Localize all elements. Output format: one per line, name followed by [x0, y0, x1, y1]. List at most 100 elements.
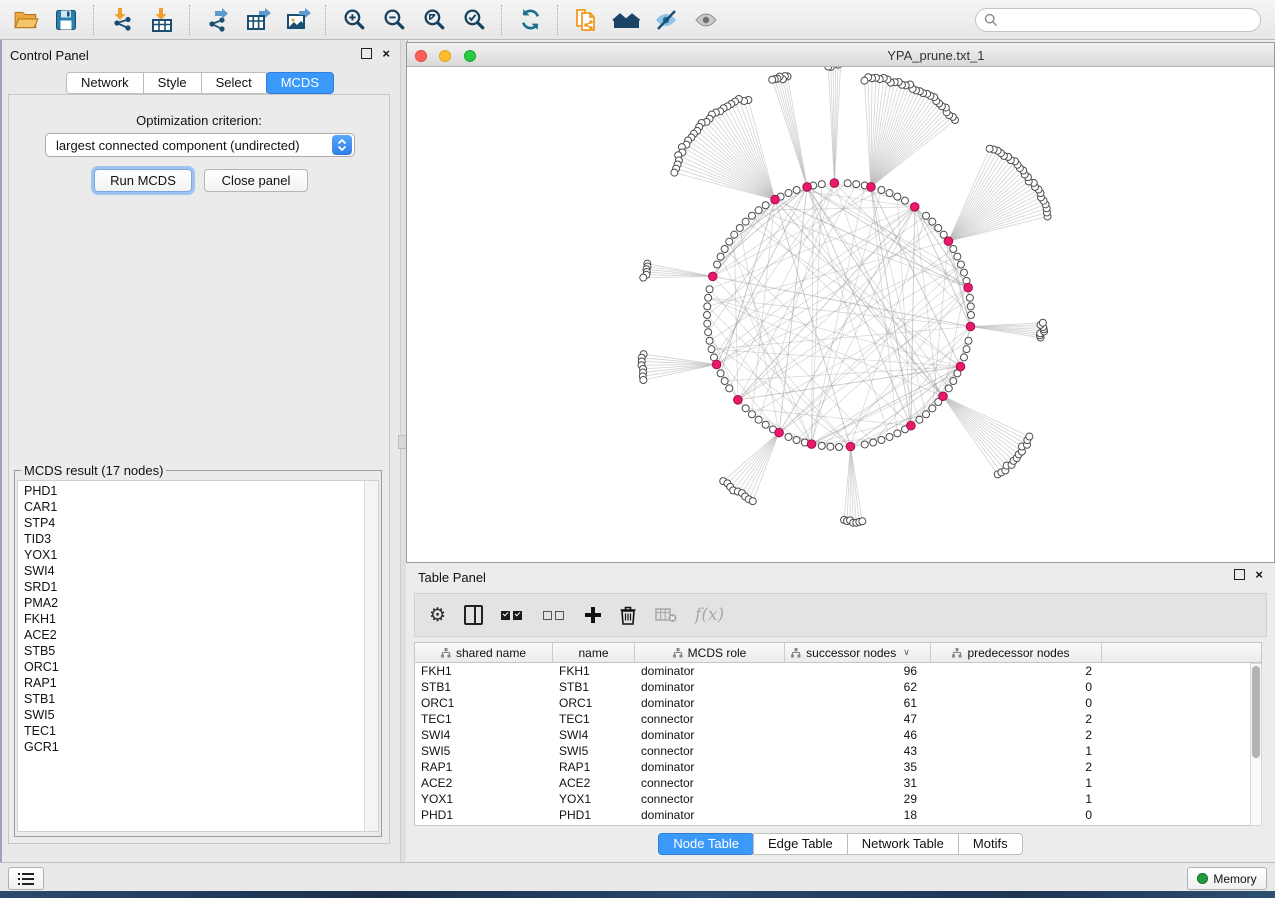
tab-mcds[interactable]: MCDS [266, 72, 334, 94]
mcds-result-item[interactable]: SWI5 [18, 707, 365, 723]
zoom-fit-button[interactable] [416, 5, 452, 35]
table-row[interactable]: ACE2ACE2connector311 [415, 775, 1250, 791]
table-row[interactable]: STB1STB1dominator620 [415, 679, 1250, 695]
tab-select[interactable]: Select [201, 72, 267, 94]
add-column-button[interactable] [585, 602, 601, 628]
control-panel-tabs: Network Style Select MCDS [0, 72, 400, 94]
first-neighbors-button[interactable] [608, 5, 644, 35]
zoom-selected-icon [462, 7, 487, 32]
tab-network-table[interactable]: Network Table [847, 833, 959, 855]
table-options-button[interactable]: ⚙ [429, 602, 446, 628]
table-scrollbar-thumb[interactable] [1252, 666, 1260, 758]
hide-selected-button[interactable] [648, 5, 684, 35]
cell-mcds-role: dominator [635, 727, 785, 743]
search-input[interactable] [1004, 12, 1252, 28]
list-icon [18, 873, 34, 885]
float-panel-icon[interactable] [361, 48, 372, 59]
window-left-edge [0, 40, 2, 891]
close-panel-icon[interactable]: × [382, 49, 390, 58]
export-image-button[interactable] [280, 5, 316, 35]
mcds-result-group: MCDS result (17 nodes) PHD1CAR1STP4TID3Y… [14, 463, 382, 837]
zoom-selected-button[interactable] [456, 5, 492, 35]
select-all-button[interactable] [501, 602, 525, 628]
float-panel-icon[interactable] [1234, 569, 1245, 580]
tab-network[interactable]: Network [66, 72, 144, 94]
export-network-button[interactable] [200, 5, 236, 35]
cell-name: PHD1 [553, 807, 635, 823]
mcds-result-item[interactable]: ORC1 [18, 659, 365, 675]
refresh-layout-button[interactable] [512, 5, 548, 35]
open-file-button[interactable] [8, 5, 44, 35]
mcds-result-item[interactable]: ACE2 [18, 627, 365, 643]
tab-motifs[interactable]: Motifs [958, 833, 1023, 855]
mcds-result-item[interactable]: STB5 [18, 643, 365, 659]
mcds-result-item[interactable]: TEC1 [18, 723, 365, 739]
close-window-icon[interactable] [415, 50, 427, 62]
zoom-fit-icon [422, 7, 447, 32]
table-row[interactable]: FKH1FKH1dominator962 [415, 663, 1250, 679]
memory-button[interactable]: Memory [1187, 867, 1267, 890]
mcds-result-item[interactable]: SWI4 [18, 563, 365, 579]
close-panel-button[interactable]: Close panel [204, 169, 308, 192]
search-field[interactable] [975, 8, 1261, 32]
save-session-button[interactable] [48, 5, 84, 35]
zoom-out-button[interactable] [376, 5, 412, 35]
close-panel-icon[interactable]: × [1255, 570, 1263, 579]
mcds-result-item[interactable]: TID3 [18, 531, 365, 547]
delete-column-button[interactable] [619, 602, 637, 628]
tab-edge-table[interactable]: Edge Table [753, 833, 848, 855]
mcds-result-item[interactable]: GCR1 [18, 739, 365, 755]
table-row[interactable]: ORC1ORC1dominator610 [415, 695, 1250, 711]
gear-icon: ⚙ [429, 606, 446, 625]
tab-node-table[interactable]: Node Table [658, 833, 754, 855]
minimize-window-icon[interactable] [439, 50, 451, 62]
show-columns-button[interactable] [464, 602, 483, 628]
mcds-result-item[interactable]: PMA2 [18, 595, 365, 611]
mcds-tab-content: Optimization criterion: largest connecte… [8, 94, 390, 844]
import-table-button[interactable] [144, 5, 180, 35]
mcds-result-item[interactable]: SRD1 [18, 579, 365, 595]
mcds-result-item[interactable]: FKH1 [18, 611, 365, 627]
mcds-result-item[interactable]: RAP1 [18, 675, 365, 691]
zoom-window-icon[interactable] [464, 50, 476, 62]
deselect-all-button[interactable] [543, 602, 567, 628]
import-network-button[interactable] [104, 5, 140, 35]
zoom-out-icon [382, 7, 407, 32]
table-row[interactable]: RAP1RAP1dominator352 [415, 759, 1250, 775]
column-header-predecessor-nodes[interactable]: predecessor nodes [931, 643, 1102, 662]
optimization-criterion-select[interactable]: largest connected component (undirected) [45, 133, 355, 157]
column-header-shared-name[interactable]: shared name [415, 643, 553, 662]
column-header-successor-nodes[interactable]: successor nodes ∨ [785, 643, 931, 662]
network-window-title: YPA_prune.txt_1 [887, 48, 984, 63]
mcds-result-item[interactable]: YOX1 [18, 547, 365, 563]
mcds-result-scrollbar[interactable] [364, 481, 378, 831]
table-row[interactable]: SWI4SWI4dominator462 [415, 727, 1250, 743]
mcds-result-item[interactable]: STP4 [18, 515, 365, 531]
mcds-result-item[interactable]: CAR1 [18, 499, 365, 515]
table-row[interactable]: YOX1YOX1connector291 [415, 791, 1250, 807]
export-table-button[interactable] [240, 5, 276, 35]
run-mcds-button[interactable]: Run MCDS [94, 169, 192, 192]
tab-style[interactable]: Style [143, 72, 202, 94]
column-header-name[interactable]: name [553, 643, 635, 662]
table-scrollbar[interactable] [1250, 663, 1262, 826]
table-row[interactable]: TEC1TEC1connector472 [415, 711, 1250, 727]
status-bar: Memory [0, 862, 1275, 891]
network-graph[interactable] [407, 67, 1274, 562]
sitemap-icon [952, 648, 962, 658]
show-all-button[interactable] [688, 5, 724, 35]
cell-shared-name: SWI4 [415, 727, 553, 743]
function-builder-button: f(x) [695, 602, 724, 628]
zoom-in-button[interactable] [336, 5, 372, 35]
mcds-result-item[interactable]: PHD1 [18, 483, 365, 499]
table-row[interactable]: SWI5SWI5connector431 [415, 743, 1250, 759]
mcds-result-list: PHD1CAR1STP4TID3YOX1SWI4SRD1PMA2FKH1ACE2… [18, 483, 365, 831]
column-header-mcds-role[interactable]: MCDS role [635, 643, 785, 662]
table-row[interactable]: PHD1PHD1dominator180 [415, 807, 1250, 823]
cell-successor-nodes: 47 [785, 711, 931, 727]
cell-predecessor-nodes: 2 [931, 711, 1102, 727]
network-window-titlebar[interactable]: YPA_prune.txt_1 [407, 43, 1274, 67]
mcds-result-item[interactable]: STB1 [18, 691, 365, 707]
duplicate-network-button[interactable] [568, 5, 604, 35]
show-panels-list-button[interactable] [8, 867, 44, 890]
